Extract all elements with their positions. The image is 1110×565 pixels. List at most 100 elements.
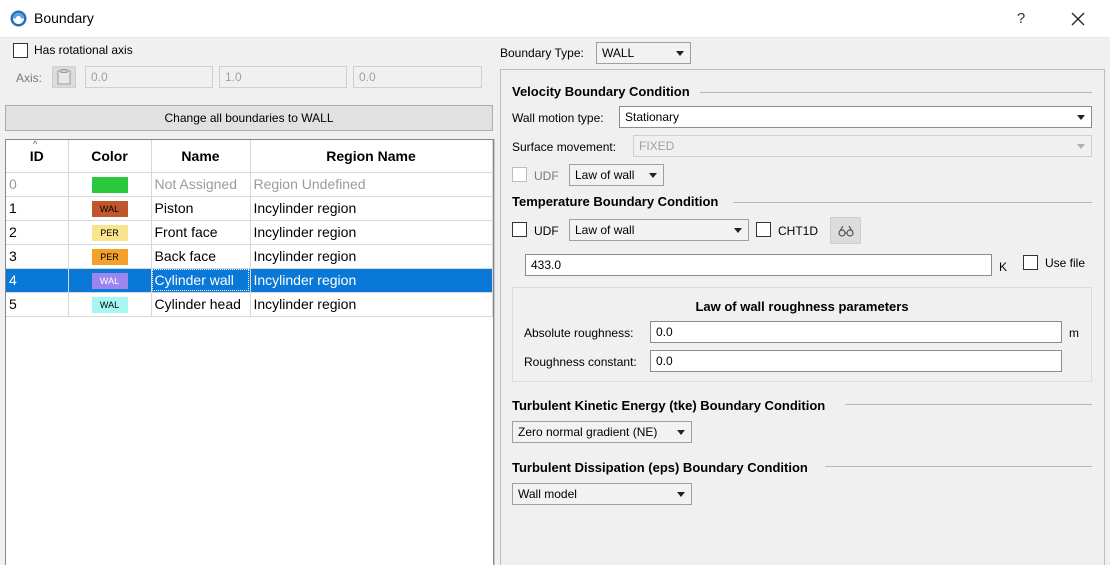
table-row[interactable]: 2 PER Front face Incylinder region: [6, 220, 493, 245]
section-divider: [825, 466, 1092, 467]
boundary-type-label: Boundary Type:: [500, 46, 584, 60]
temperature-law-select[interactable]: Law of wall: [569, 219, 749, 241]
temperature-section-title: Temperature Boundary Condition: [512, 194, 719, 209]
row-color-cell: WAL: [68, 292, 152, 317]
glasses-icon: [838, 225, 854, 237]
absolute-roughness-field[interactable]: 0.0: [650, 321, 1062, 343]
section-divider: [700, 92, 1092, 93]
absolute-roughness-unit: m: [1069, 326, 1079, 340]
row-name-cell: Cylinder head: [151, 292, 251, 317]
color-swatch[interactable]: WAL: [91, 296, 128, 313]
window-title: Boundary: [34, 10, 94, 26]
chevron-down-icon: [734, 228, 742, 233]
clipboard-icon: [57, 69, 71, 85]
temperature-udf-checkbox[interactable]: [512, 222, 527, 237]
row-region-cell: Incylinder region: [250, 292, 493, 317]
row-id-cell: 1: [6, 196, 69, 221]
eps-value: Wall model: [518, 487, 577, 501]
surface-movement-label: Surface movement:: [512, 140, 617, 154]
table-row[interactable]: 5 WAL Cylinder head Incylinder region: [6, 292, 493, 317]
temperature-udf-label: UDF: [534, 224, 559, 238]
temperature-law-value: Law of wall: [575, 223, 635, 237]
roughness-constant-label: Roughness constant:: [524, 355, 637, 369]
row-region-cell: Incylinder region: [250, 196, 493, 221]
cht1d-settings-button[interactable]: [830, 217, 861, 244]
boundary-type-value: WALL: [602, 46, 635, 60]
chevron-down-icon: [649, 173, 657, 178]
title-bar: [0, 0, 1110, 38]
row-region-cell: Incylinder region: [250, 244, 493, 269]
change-all-boundaries-button[interactable]: Change all boundaries to WALL: [5, 105, 493, 131]
axis-y-field[interactable]: 1.0: [219, 66, 347, 88]
table-row[interactable]: 3 PER Back face Incylinder region: [6, 244, 493, 269]
axis-label: Axis:: [16, 71, 43, 85]
section-divider: [733, 202, 1092, 203]
chevron-down-icon: [1077, 144, 1085, 149]
row-name-cell: Not Assigned: [151, 172, 251, 197]
velocity-udf-checkbox[interactable]: [512, 167, 527, 182]
color-swatch[interactable]: PER: [91, 224, 128, 241]
column-header-color[interactable]: Color: [68, 140, 152, 173]
row-id-cell: 5: [6, 292, 69, 317]
row-id-cell: 3: [6, 244, 69, 269]
tke-value: Zero normal gradient (NE): [518, 425, 658, 439]
axis-x-field[interactable]: 0.0: [85, 66, 213, 88]
cht1d-label: CHT1D: [778, 224, 819, 238]
eps-select[interactable]: Wall model: [512, 483, 692, 505]
use-file-checkbox[interactable]: [1023, 255, 1038, 270]
row-color-cell: [68, 172, 152, 197]
row-color-cell: PER: [68, 220, 152, 245]
tke-section-title: Turbulent Kinetic Energy (tke) Boundary …: [512, 398, 826, 413]
velocity-section-title: Velocity Boundary Condition: [512, 84, 690, 99]
use-file-label: Use file: [1045, 256, 1086, 270]
axis-z-field[interactable]: 0.0: [353, 66, 482, 88]
column-header-id-label: ID: [29, 147, 44, 164]
cht1d-checkbox[interactable]: [756, 222, 771, 237]
boundary-type-select[interactable]: WALL: [596, 42, 691, 64]
chevron-down-icon: [676, 51, 684, 56]
column-header-name[interactable]: Name: [151, 140, 251, 173]
paste-axis-button[interactable]: [52, 66, 76, 88]
wall-motion-label: Wall motion type:: [512, 111, 604, 125]
row-color-cell: PER: [68, 244, 152, 269]
color-swatch[interactable]: PER: [91, 248, 128, 265]
table-row[interactable]: 1 WAL Piston Incylinder region: [6, 196, 493, 221]
surface-movement-select[interactable]: FIXED: [633, 135, 1092, 157]
chevron-down-icon: [677, 430, 685, 435]
chevron-down-icon: [677, 492, 685, 497]
row-name-cell: Piston: [151, 196, 251, 221]
table-row[interactable]: 0 Not Assigned Region Undefined: [6, 172, 493, 197]
velocity-law-select[interactable]: Law of wall: [569, 164, 664, 186]
boundary-table: ^ ID Color Name Region Name 0 Not Assigned…: [5, 139, 494, 565]
wall-motion-select[interactable]: Stationary: [619, 106, 1092, 128]
surface-movement-value: FIXED: [639, 139, 675, 153]
help-button[interactable]: ?: [1006, 6, 1036, 32]
color-swatch[interactable]: WAL: [91, 200, 128, 217]
wall-motion-value: Stationary: [625, 110, 680, 124]
row-id-cell: 2: [6, 220, 69, 245]
row-region-cell: Region Undefined: [250, 172, 493, 197]
row-region-cell: Incylinder region: [250, 220, 493, 245]
app-logo-icon: [10, 10, 27, 27]
row-name-cell: Cylinder wall: [151, 268, 251, 293]
velocity-law-value: Law of wall: [575, 168, 635, 182]
tke-select[interactable]: Zero normal gradient (NE): [512, 421, 692, 443]
absolute-roughness-label: Absolute roughness:: [524, 326, 634, 340]
table-row[interactable]: 4 WAL Cylinder wall Incylinder region: [6, 268, 493, 293]
row-id-cell: 0: [6, 172, 69, 197]
velocity-udf-label: UDF: [534, 169, 559, 183]
close-button[interactable]: [1063, 6, 1093, 32]
row-name-cell: Back face: [151, 244, 251, 269]
color-swatch[interactable]: [91, 176, 128, 193]
has-rotational-axis-label: Has rotational axis: [34, 43, 133, 57]
row-name-cell: Front face: [151, 220, 251, 245]
color-swatch[interactable]: WAL: [91, 272, 128, 289]
section-divider: [845, 404, 1092, 405]
splitter[interactable]: [494, 139, 495, 565]
column-header-id[interactable]: ^ ID: [6, 139, 69, 173]
close-icon: [1071, 12, 1085, 26]
temperature-value-field[interactable]: 433.0: [525, 254, 992, 276]
roughness-constant-field[interactable]: 0.0: [650, 350, 1062, 372]
column-header-region[interactable]: Region Name: [250, 140, 493, 173]
has-rotational-axis-checkbox[interactable]: [13, 43, 28, 58]
